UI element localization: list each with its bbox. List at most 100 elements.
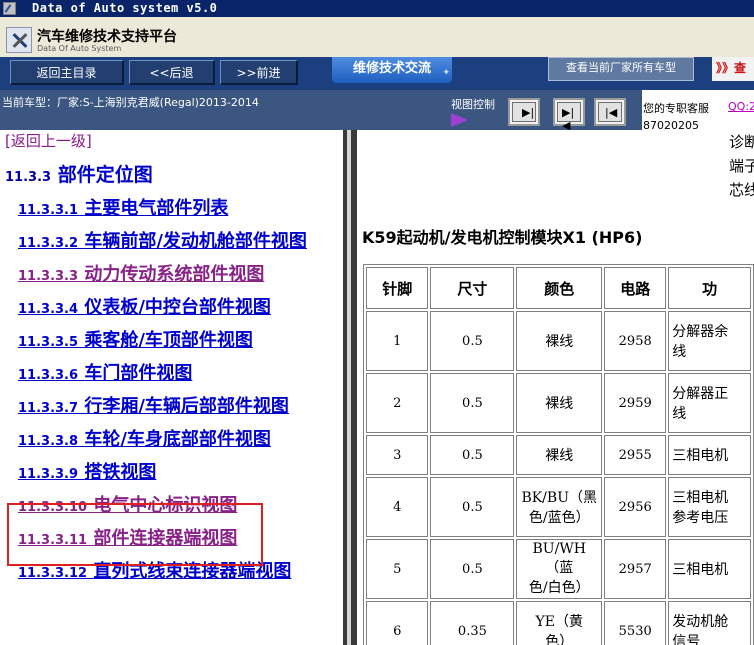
cell-color: 裸线 xyxy=(516,435,603,475)
cell-circuit: 2957 xyxy=(604,539,667,599)
view-control-label: 视图控制 xyxy=(451,98,495,111)
cell-circuit: 2958 xyxy=(604,311,667,371)
section-heading: 11.3.3 部件定位图 xyxy=(5,160,153,187)
cell-circuit: 5530 xyxy=(604,601,667,645)
brand-name: 汽车维修技术支持平台 xyxy=(37,29,177,45)
nav-item-number: 11.3.3.4 xyxy=(18,302,79,317)
cell-color: 裸线 xyxy=(516,311,603,371)
top-note-line: 芯线 xyxy=(729,181,754,199)
table-row: 2 0.5 裸线 2959 分解器正 线 xyxy=(366,373,751,433)
cell-color: BU/WH（蓝 色/白色） xyxy=(516,539,603,599)
tech-exchange-button[interactable]: 维修技术交流 ✦ xyxy=(332,57,452,83)
cell-circuit: 2955 xyxy=(604,435,667,475)
app-icon xyxy=(3,2,16,15)
panel-splitter[interactable] xyxy=(343,130,357,645)
home-button[interactable]: 返回主目录 xyxy=(10,60,124,85)
cell-function: 三相电机 参考电压 xyxy=(668,477,751,537)
window-titlebar: Data of Auto system v5.0 xyxy=(0,0,754,17)
nav-item-number: 11.3.3.5 xyxy=(18,335,79,350)
arrows-split-icon: ▶|◀ xyxy=(562,106,575,132)
main-toolbar: 返回主目录 <<后退 >>前进 维修技术交流 ✦ 查看当前厂家所有车型 》》查 xyxy=(0,57,754,90)
nav-panel: [返回上一级] 11.3.3 部件定位图 11.3.3.1 主要电气部件列表 1… xyxy=(0,130,344,645)
support-qq-link[interactable]: QQ:2 xyxy=(728,100,754,113)
nav-item-title: 行李厢/车辆后部部件视图 xyxy=(84,396,289,417)
table-header-row: 针脚 尺寸 颜色 电路 功 xyxy=(366,267,751,309)
cell-pin: 5 xyxy=(366,539,429,599)
top-note-line: 诊断 xyxy=(729,133,754,151)
nav-item-passenger-roof[interactable]: 11.3.3.5 乘客舱/车顶部件视图 xyxy=(18,326,253,352)
nav-item-title: 车门部件视图 xyxy=(84,363,193,384)
top-note: 诊断 端子 芯线 xyxy=(729,130,754,202)
table-row: 3 0.5 裸线 2955 三相电机 xyxy=(366,435,751,475)
arrow-left-icon: |◀ xyxy=(605,106,618,119)
nav-item-number: 11.3.3.12 xyxy=(18,566,88,581)
back-button[interactable]: <<后退 xyxy=(129,60,215,85)
cell-size: 0.5 xyxy=(430,477,515,537)
wrench-logo-icon xyxy=(6,27,32,53)
current-car: 当前车型：厂家:S-上海别克君威(Regal)2013-2014 xyxy=(2,96,259,109)
pin-table: 针脚 尺寸 颜色 电路 功 1 0.5 裸线 2958 分解器余 线 2 0.5… xyxy=(363,264,754,645)
nav-item-wheels-underbody[interactable]: 11.3.3.8 车轮/车身底部部件视图 xyxy=(18,425,271,451)
cell-color: BK/BU（黑 色/蓝色） xyxy=(516,477,603,537)
view-right-panel-button[interactable]: |◀ xyxy=(594,98,626,126)
nav-item-main-parts-list[interactable]: 11.3.3.1 主要电气部件列表 xyxy=(18,194,228,220)
cell-function: 三相电机 xyxy=(668,435,751,475)
nav-item-number: 11.3.3.7 xyxy=(18,401,79,416)
cell-function: 发动机舱 信号 xyxy=(668,601,751,645)
top-note-line: 端子 xyxy=(729,157,754,175)
cell-function: 分解器正 线 xyxy=(668,373,751,433)
cell-color: YE（黄 色） xyxy=(516,601,603,645)
cell-function: 分解器余 线 xyxy=(668,311,751,371)
nav-item-title: 车轮/车身底部部件视图 xyxy=(84,429,271,450)
support-box: 您的专职客服 QQ:2 87020205 xyxy=(642,90,754,132)
info-bar: 当前车型：厂家:S-上海别克君威(Regal)2013-2014 视图控制 ▶|… xyxy=(0,90,754,132)
header-circuit: 电路 xyxy=(604,267,667,309)
nav-item-number: 11.3.3.3 xyxy=(18,269,79,284)
table-row: 5 0.5 BU/WH（蓝 色/白色） 2957 三相电机 xyxy=(366,539,751,599)
back-up-link[interactable]: [返回上一级] xyxy=(5,130,92,151)
nav-item-doors[interactable]: 11.3.3.6 车门部件视图 xyxy=(18,359,192,385)
nav-item-number: 11.3.3.6 xyxy=(18,368,79,383)
view-left-panel-button[interactable]: ▶| xyxy=(508,98,540,126)
app-header: 汽车维修技术支持平台 Data Of Auto System xyxy=(0,17,754,58)
nav-item-powertrain[interactable]: 11.3.3.3 动力传动系统部件视图 xyxy=(18,260,264,286)
header-color: 颜色 xyxy=(516,267,603,309)
cell-size: 0.35 xyxy=(430,601,515,645)
nav-item-title: 仪表板/中控台部件视图 xyxy=(84,297,271,318)
nav-item-trunk-rear[interactable]: 11.3.3.7 行李厢/车辆后部部件视图 xyxy=(18,392,289,418)
cell-size: 0.5 xyxy=(430,373,515,433)
brand-subtitle: Data Of Auto System xyxy=(37,44,122,53)
support-label: 您的专职客服 xyxy=(643,102,709,115)
forward-button[interactable]: >>前进 xyxy=(220,60,298,85)
window-title: Data of Auto system v5.0 xyxy=(32,1,218,15)
section-title: 部件定位图 xyxy=(57,164,153,186)
tech-exchange-label: 维修技术交流 xyxy=(352,61,431,76)
search-red-button[interactable]: 》》查 xyxy=(712,57,754,81)
header-pin: 针脚 xyxy=(366,267,429,309)
nav-item-title: 搭铁视图 xyxy=(84,462,157,483)
table-row: 4 0.5 BK/BU（黑 色/蓝色） 2956 三相电机 参考电压 xyxy=(366,477,751,537)
nav-item-front-engine-bay[interactable]: 11.3.3.2 车辆前部/发动机舱部件视图 xyxy=(18,227,307,253)
cell-pin: 6 xyxy=(366,601,429,645)
sparkle-icon: ✦ xyxy=(442,68,450,78)
cell-size: 0.5 xyxy=(430,539,515,599)
nav-item-instrument-panel[interactable]: 11.3.3.4 仪表板/中控台部件视图 xyxy=(18,293,271,319)
selection-highlight-box xyxy=(7,503,263,566)
cell-function: 三相电机 xyxy=(668,539,751,599)
view-all-models-button[interactable]: 查看当前厂家所有车型 xyxy=(548,57,694,81)
nav-item-title: 主要电气部件列表 xyxy=(84,198,229,219)
section-number: 11.3.3 xyxy=(5,170,52,185)
table-title: K59起动机/发电机控制模块X1 (HP6) xyxy=(362,228,643,247)
nav-item-number: 11.3.3.9 xyxy=(18,467,79,482)
nav-item-ground[interactable]: 11.3.3.9 搭铁视图 xyxy=(18,458,156,484)
flag-icon xyxy=(451,113,468,127)
cell-circuit: 2959 xyxy=(604,373,667,433)
table-row: 6 0.35 YE（黄 色） 5530 发动机舱 信号 xyxy=(366,601,751,645)
cell-pin: 1 xyxy=(366,311,429,371)
nav-item-number: 11.3.3.2 xyxy=(18,236,79,251)
view-split-button[interactable]: ▶|◀ xyxy=(553,98,585,132)
cell-pin: 2 xyxy=(366,373,429,433)
content-panel: 诊断 端子 芯线 K59起动机/发电机控制模块X1 (HP6) 针脚 尺寸 颜色… xyxy=(357,130,754,645)
cell-size: 0.5 xyxy=(430,435,515,475)
cell-pin: 4 xyxy=(366,477,429,537)
